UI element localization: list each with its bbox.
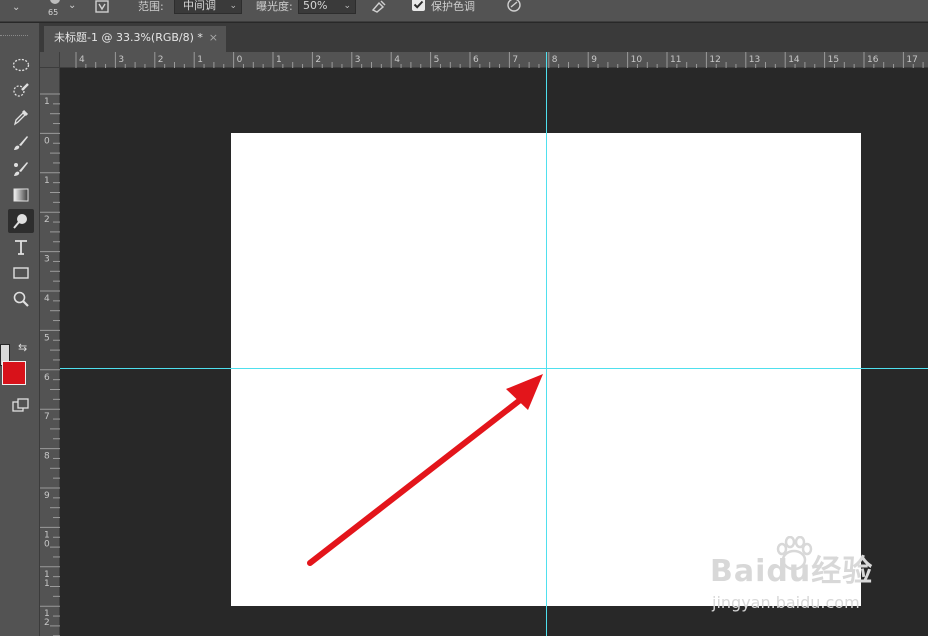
ruler-label: 7 xyxy=(512,55,518,65)
ruler-label: 15 xyxy=(828,55,839,65)
pressure-size-icon[interactable] xyxy=(506,0,522,16)
range-dropdown[interactable]: 中间调 ⌄ xyxy=(174,0,242,14)
brush-preview-icon xyxy=(50,0,60,4)
brush-tool[interactable] xyxy=(8,131,34,155)
ruler-label: 7 xyxy=(44,412,50,422)
dodge-icon xyxy=(13,214,27,229)
protect-tones-checkbox[interactable] xyxy=(412,0,425,11)
baidu-watermark: Baidu经验 jingyan.baidu.com xyxy=(706,536,916,616)
exposure-label: 曝光度: xyxy=(256,0,293,13)
ruler-label: 1 xyxy=(44,176,50,186)
vertical-ruler[interactable]: 10123456789101112 xyxy=(40,68,60,636)
ruler-label: 1 xyxy=(276,55,282,65)
protect-tones-label: 保护色调 xyxy=(431,0,475,13)
tool-menu-chevron-icon[interactable]: ⌄ xyxy=(12,2,20,13)
watermark-logo-text: Baidu经验 xyxy=(710,554,874,589)
zoom-tool[interactable] xyxy=(8,287,34,311)
swap-colors-icon[interactable]: ⇆ xyxy=(18,341,27,354)
ruler-label: 8 xyxy=(552,55,558,65)
ruler-label: 10 xyxy=(631,55,643,65)
airbrush-icon[interactable] xyxy=(370,0,388,17)
photoshop-window: ⌄ 65 ⌄ 范围: 中间调 ⌄ 曝光度: 50% ⌄ 保护色调 ⇆ 未标题-1… xyxy=(0,0,928,636)
ruler-label: 4 xyxy=(44,294,50,304)
vertical-guide[interactable] xyxy=(546,52,547,636)
ruler-label: 12 xyxy=(709,55,720,65)
type-icon xyxy=(15,240,27,255)
brush-picker-chevron-icon: ⌄ xyxy=(68,0,77,11)
ruler-label: 1 xyxy=(44,97,50,107)
background-color-swatch[interactable] xyxy=(2,361,26,385)
horizontal-ruler-ticks: 4 3 2 1 0 1 2 3 4 5 6 7 8 9 10 11 12 13 14 15 16 17 xyxy=(75,52,924,68)
ruler-label: 13 xyxy=(749,55,760,65)
range-label: 范围: xyxy=(138,0,164,13)
document-tab-strip: 未标题-1 @ 33.3%(RGB/8) * × xyxy=(40,23,928,52)
ruler-label: 4 xyxy=(394,55,400,65)
ruler-label: 16 xyxy=(867,55,879,65)
brush-size-value: 65 xyxy=(48,8,59,17)
dodge-tool[interactable] xyxy=(8,209,34,233)
ruler-label: 1 xyxy=(44,579,50,589)
rectangle-icon xyxy=(13,267,29,279)
gradient-tool[interactable] xyxy=(8,183,34,207)
ruler-label: 1 xyxy=(197,55,203,65)
quick-selection-tool[interactable] xyxy=(8,79,34,103)
mixer-brush-tool[interactable] xyxy=(8,157,34,181)
brush-icon xyxy=(14,136,28,150)
ruler-label: 0 xyxy=(44,136,50,146)
vertical-ruler-ticks: 10123456789101112 xyxy=(40,93,60,636)
checkmark-icon xyxy=(413,0,424,9)
exposure-field-value: 50% xyxy=(303,0,328,12)
elliptical-marquee-tool[interactable] xyxy=(8,53,34,77)
gradient-icon xyxy=(13,188,29,202)
ruler-label: 3 xyxy=(355,55,361,65)
panel-grip[interactable] xyxy=(0,35,28,37)
brush-settings-icon[interactable] xyxy=(94,0,110,17)
elliptical-marquee-icon xyxy=(12,58,30,72)
quick-mask-icon[interactable] xyxy=(12,398,30,418)
ruler-label: 4 xyxy=(79,55,85,65)
ruler-label: 14 xyxy=(788,55,800,65)
options-bar: ⌄ 65 ⌄ 范围: 中间调 ⌄ 曝光度: 50% ⌄ 保护色调 xyxy=(0,0,928,22)
ruler-label: 5 xyxy=(434,55,440,65)
ruler-label: 8 xyxy=(44,452,50,462)
ruler-label: 0 xyxy=(44,539,50,549)
document-tab-title: 未标题-1 @ 33.3%(RGB/8) * xyxy=(54,31,203,44)
exposure-dropdown-chevron-icon: ⌄ xyxy=(343,1,351,11)
ruler-label: 11 xyxy=(670,55,681,65)
ruler-label: 9 xyxy=(44,491,50,501)
ruler-label: 17 xyxy=(906,55,917,65)
ruler-label: 0 xyxy=(237,55,243,65)
ruler-label: 5 xyxy=(44,333,50,343)
horizontal-guide[interactable] xyxy=(60,368,928,369)
horizontal-ruler[interactable]: 4 3 2 1 0 1 2 3 4 5 6 7 8 9 10 11 12 13 14 15 16 17 xyxy=(60,52,928,68)
ruler-origin[interactable] xyxy=(40,52,60,68)
tools-panel: ⇆ xyxy=(0,23,40,636)
range-dropdown-value: 中间调 xyxy=(183,0,216,12)
close-icon[interactable]: × xyxy=(209,26,218,50)
ruler-label: 2 xyxy=(44,618,50,628)
ruler-label: 6 xyxy=(473,55,479,65)
ruler-label: 6 xyxy=(44,373,50,383)
ruler-label: 2 xyxy=(44,215,50,225)
document-tab[interactable]: 未标题-1 @ 33.3%(RGB/8) * × xyxy=(44,26,226,52)
range-dropdown-chevron-icon: ⌄ xyxy=(229,1,237,11)
mixer-brush-icon xyxy=(14,162,28,176)
type-tool[interactable] xyxy=(8,235,34,259)
ruler-label: 9 xyxy=(591,55,597,65)
eyedropper-icon xyxy=(13,109,29,126)
brush-preset-picker[interactable]: 65 ⌄ xyxy=(44,0,80,22)
watermark-url: jingyan.baidu.com xyxy=(712,593,860,612)
ruler-label: 2 xyxy=(315,55,321,65)
ruler-label: 3 xyxy=(118,55,124,65)
rectangle-tool[interactable] xyxy=(8,261,34,285)
ruler-label: 3 xyxy=(44,255,50,265)
eyedropper-tool[interactable] xyxy=(8,105,34,129)
ruler-label: 2 xyxy=(158,55,164,65)
exposure-field[interactable]: 50% ⌄ xyxy=(298,0,356,14)
zoom-icon xyxy=(13,291,29,307)
quick-selection-icon xyxy=(13,83,29,97)
